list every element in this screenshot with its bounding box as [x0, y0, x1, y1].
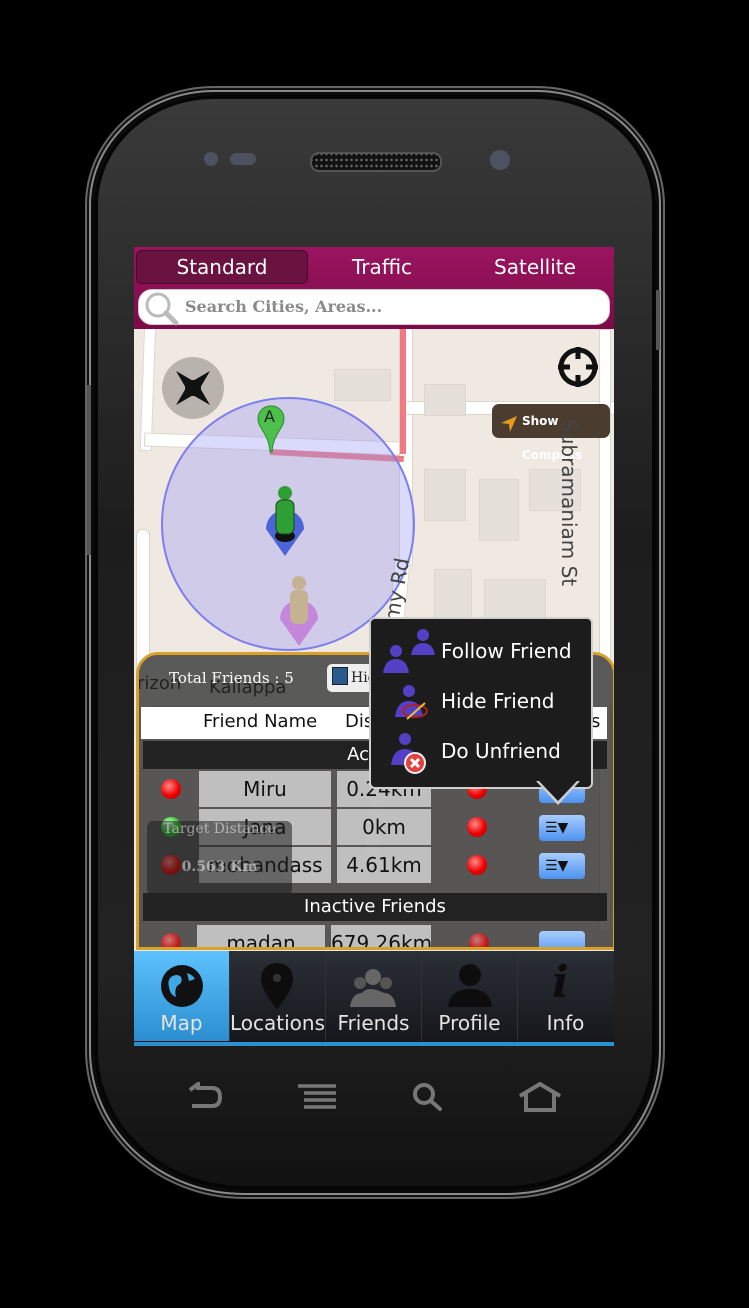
total-friends-count: Total Friends : 5 [169, 669, 294, 687]
map-type-bar: Standard Traffic Satellite Search Cities… [134, 247, 614, 329]
map-building [484, 579, 546, 621]
search-input[interactable]: Search Cities, Areas... [185, 297, 382, 316]
earpiece-speaker [310, 152, 442, 172]
nav-profile[interactable]: Profile [422, 951, 518, 1041]
target-distance-overlay: Target Distance 0.563 Km [147, 821, 292, 895]
system-search-button[interactable] [412, 1082, 444, 1116]
front-camera [490, 150, 510, 170]
info-icon: i [552, 957, 569, 1008]
tab-satellite[interactable]: Satellite [460, 250, 610, 284]
tab-standard[interactable]: Standard [136, 250, 308, 284]
menu-item-hide-friend[interactable]: Hide Friend [371, 677, 591, 725]
my-location-crosshair-icon[interactable] [556, 345, 600, 389]
column-header: Friend Name [203, 711, 318, 732]
nav-map[interactable]: Map [134, 951, 230, 1041]
friend-context-menu: Follow Friend Hide Friend Do Unfriend [369, 617, 593, 789]
friend-menu-button[interactable]: ☰▼ [539, 815, 585, 841]
map-building [424, 469, 466, 521]
friend-distance: 679.26km [331, 925, 432, 947]
system-menu-button[interactable] [298, 1082, 338, 1114]
system-back-button[interactable] [186, 1080, 223, 1114]
status-dot [469, 933, 489, 947]
street-label: Subramaniam St [557, 419, 581, 587]
friends-group-icon [348, 965, 398, 1014]
friend-menu-button[interactable]: ☰▼ [539, 853, 585, 879]
hide-friend-icon [391, 683, 439, 728]
menu-item-follow-friend[interactable]: Follow Friend [371, 627, 591, 675]
friend-distance: 4.61km [337, 847, 431, 883]
power-button [656, 290, 660, 350]
location-pin-icon [259, 961, 295, 1016]
context-menu-pointer-fill [539, 781, 577, 801]
globe-icon [159, 963, 205, 1014]
compass-icon[interactable] [162, 357, 224, 419]
nav-friends[interactable]: Friends [326, 951, 422, 1041]
status-dot [467, 855, 487, 875]
friend-distance: 0km [337, 809, 431, 845]
map-building [479, 479, 519, 541]
unfriend-icon [389, 731, 437, 780]
menu-icon [298, 1084, 338, 1114]
status-dot [161, 933, 181, 947]
light-sensor [230, 153, 256, 165]
proximity-sensor [204, 152, 218, 166]
back-icon [186, 1080, 223, 1114]
map-road [139, 318, 157, 452]
friend-location-marker[interactable] [276, 574, 322, 658]
search-icon [412, 1083, 444, 1116]
friend-row[interactable]: madan 679.26km [139, 925, 609, 947]
destination-marker[interactable]: A [256, 404, 286, 458]
volume-button [87, 385, 91, 555]
map-building [334, 369, 391, 401]
home-icon [518, 1081, 562, 1116]
menu-item-do-unfriend[interactable]: Do Unfriend [371, 727, 591, 775]
system-home-button[interactable] [518, 1081, 562, 1116]
nav-info[interactable]: i Info [518, 951, 613, 1041]
bottom-nav: Map Locations Friends Profile i Info [134, 951, 614, 1046]
menu-dropdown-icon: ☰▼ [545, 858, 569, 874]
user-location-marker[interactable] [262, 484, 308, 568]
inactive-section-header: Inactive Friends [143, 893, 607, 921]
person-icon [446, 961, 494, 1014]
nav-underline [134, 1042, 614, 1046]
follow-friend-icon [381, 627, 435, 682]
nav-locations[interactable]: Locations [230, 951, 326, 1041]
friend-name: madan [197, 925, 325, 947]
friend-name: Miru [199, 771, 331, 807]
search-icon [143, 290, 179, 330]
friend-menu-button[interactable] [539, 931, 585, 947]
route-line [400, 324, 406, 454]
menu-dropdown-icon: ☰▼ [545, 820, 569, 836]
show-compass-button[interactable]: Show Compass [492, 404, 610, 462]
status-dot [467, 817, 487, 837]
navigation-arrow-icon [500, 412, 518, 446]
list-icon [332, 667, 348, 685]
search-bar[interactable]: Search Cities, Areas... [138, 289, 610, 326]
status-dot [161, 779, 181, 799]
map-building [424, 384, 466, 416]
tab-traffic[interactable]: Traffic [304, 250, 460, 284]
